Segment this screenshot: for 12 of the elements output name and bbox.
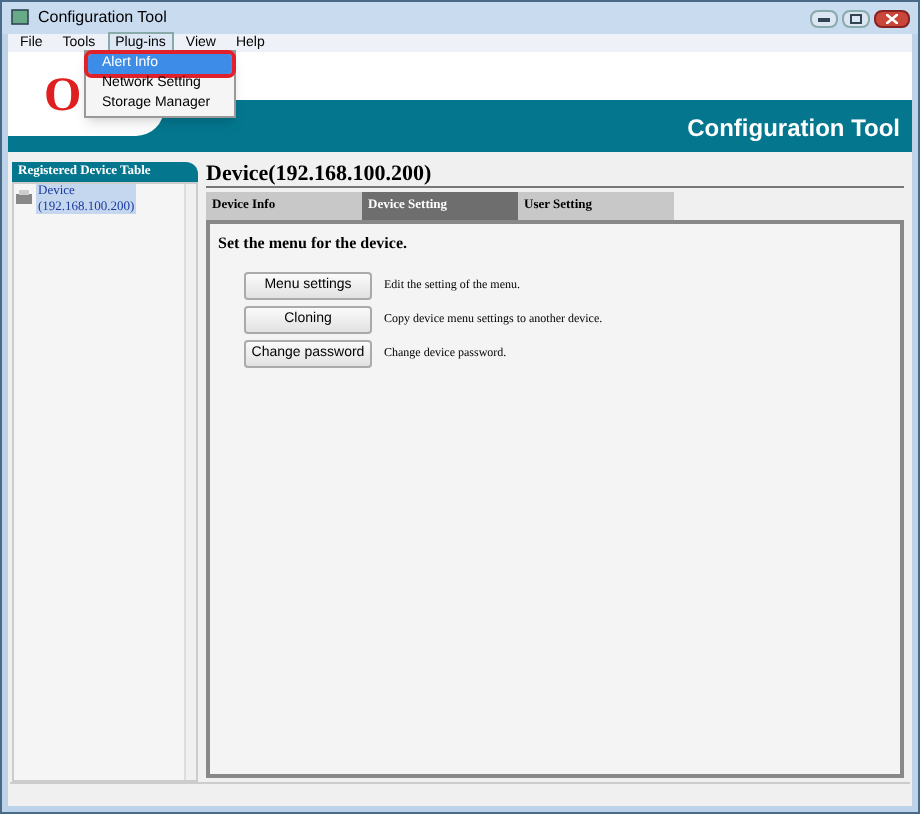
close-icon <box>886 13 898 23</box>
restore-icon <box>850 13 862 23</box>
section-heading: Set the menu for the device. <box>218 232 409 256</box>
minimize-button[interactable] <box>810 9 838 27</box>
minimize-icon <box>818 15 830 21</box>
maximize-button[interactable] <box>842 9 870 27</box>
close-button[interactable] <box>874 9 910 27</box>
device-title: Device(192.168.100.200) <box>206 162 904 188</box>
window-title: Configuration Tool <box>38 6 167 30</box>
header-title: Configuration Tool <box>687 112 900 146</box>
logo-text: O <box>44 72 82 120</box>
app-icon <box>10 8 30 28</box>
